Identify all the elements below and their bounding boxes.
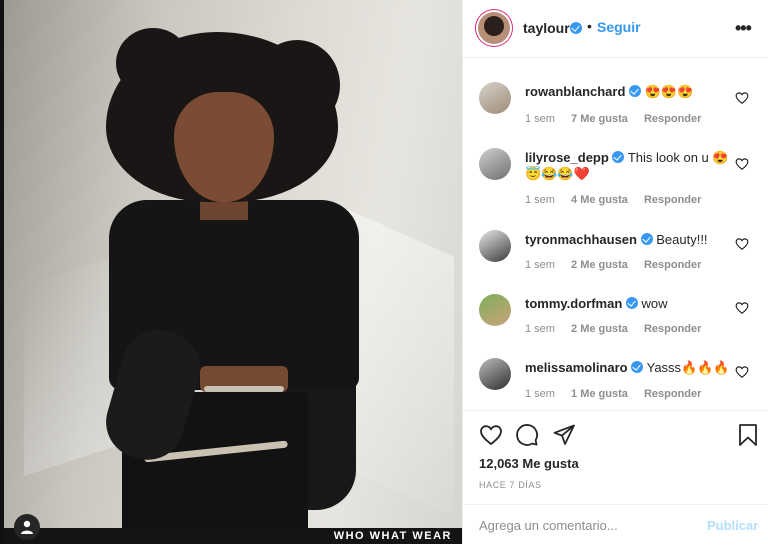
more-icon[interactable]: ••• bbox=[735, 18, 752, 39]
heart-icon[interactable] bbox=[735, 365, 749, 379]
reply-button[interactable]: Responder bbox=[644, 388, 701, 400]
comment-time[interactable]: 1 sem bbox=[525, 388, 555, 400]
post-time[interactable]: HACE 7 DÍAS bbox=[479, 480, 542, 490]
comment-input[interactable] bbox=[479, 515, 689, 535]
heart-icon[interactable] bbox=[479, 423, 503, 447]
verified-icon bbox=[612, 151, 625, 163]
comment-body: melissamolinaro Yasss🔥🔥🔥 bbox=[525, 360, 733, 376]
comment-username[interactable]: rowanblanchard bbox=[525, 84, 625, 99]
reply-button[interactable]: Responder bbox=[644, 323, 701, 335]
comment-meta: 1 sem 4 Me gusta Responder bbox=[525, 194, 714, 206]
comment-username[interactable]: melissamolinaro bbox=[525, 360, 628, 375]
commenter-avatar[interactable] bbox=[479, 82, 511, 114]
comment-meta: 1 sem 7 Me gusta Responder bbox=[525, 113, 714, 125]
comment-icon[interactable] bbox=[515, 423, 539, 447]
comment-likes[interactable]: 7 Me gusta bbox=[571, 113, 628, 125]
verified-icon bbox=[631, 361, 644, 373]
instagram-post-view: WHO WHAT WEAR taylour • Seguir ••• rowan… bbox=[0, 0, 768, 544]
comment-text: Yasss🔥🔥🔥 bbox=[646, 360, 730, 375]
post-header: taylour • Seguir ••• bbox=[463, 0, 768, 58]
photo-watermark: WHO WHAT WEAR bbox=[333, 530, 452, 542]
comment-meta: 1 sem 1 Me gusta Responder bbox=[525, 388, 714, 400]
reply-button[interactable]: Responder bbox=[644, 113, 701, 125]
commenter-avatar[interactable] bbox=[479, 230, 511, 262]
photo-figure-part bbox=[116, 28, 190, 98]
comment-username[interactable]: tyronmachhausen bbox=[525, 232, 637, 247]
follow-button[interactable]: Seguir bbox=[597, 19, 641, 35]
comment-meta: 1 sem 2 Me gusta Responder bbox=[525, 323, 714, 335]
separator-dot: • bbox=[587, 18, 592, 34]
comment-likes[interactable]: 1 Me gusta bbox=[571, 388, 628, 400]
reply-button[interactable]: Responder bbox=[644, 259, 701, 271]
verified-icon bbox=[625, 297, 638, 309]
verified-icon bbox=[629, 85, 642, 97]
post-sidebar: taylour • Seguir ••• rowanblanchard 😍😍😍 … bbox=[462, 0, 768, 544]
verified-icon bbox=[640, 233, 653, 245]
comment-body: tommy.dorfman wow bbox=[525, 296, 733, 312]
comment-text: wow bbox=[641, 296, 668, 311]
post-comment-button[interactable]: Publicar bbox=[707, 518, 758, 533]
comment-time[interactable]: 1 sem bbox=[525, 323, 555, 335]
comment-likes[interactable]: 2 Me gusta bbox=[571, 259, 628, 271]
comment-text: Beauty!!! bbox=[656, 232, 708, 247]
add-comment-bar: Publicar bbox=[463, 504, 768, 546]
comment-username[interactable]: lilyrose_depp bbox=[525, 150, 609, 165]
author-username[interactable]: taylour bbox=[523, 20, 570, 36]
comment-text: 😍😍😍 bbox=[644, 84, 694, 99]
post-actions: 12,063 Me gusta HACE 7 DÍAS Publicar bbox=[463, 410, 768, 545]
comment-likes[interactable]: 2 Me gusta bbox=[571, 323, 628, 335]
comments-list[interactable]: rowanblanchard 😍😍😍 1 sem 7 Me gusta Resp… bbox=[463, 58, 768, 410]
heart-icon[interactable] bbox=[735, 157, 749, 171]
user-icon bbox=[21, 520, 33, 534]
comment-body: lilyrose_depp This look on u 😍😇😂😂❤️ bbox=[525, 150, 733, 182]
comment-time[interactable]: 1 sem bbox=[525, 113, 555, 125]
post-photo[interactable]: WHO WHAT WEAR bbox=[4, 0, 462, 544]
commenter-avatar[interactable] bbox=[479, 294, 511, 326]
comment-time[interactable]: 1 sem bbox=[525, 194, 555, 206]
comment-body: rowanblanchard 😍😍😍 bbox=[525, 84, 733, 100]
comment-likes[interactable]: 4 Me gusta bbox=[571, 194, 628, 206]
comment-username[interactable]: tommy.dorfman bbox=[525, 296, 622, 311]
comment-meta: 1 sem 2 Me gusta Responder bbox=[525, 259, 714, 271]
commenter-avatar[interactable] bbox=[479, 358, 511, 390]
author-avatar[interactable] bbox=[478, 12, 510, 44]
commenter-avatar[interactable] bbox=[479, 148, 511, 180]
likes-count[interactable]: 12,063 Me gusta bbox=[479, 456, 579, 471]
comment-body: tyronmachhausen Beauty!!! bbox=[525, 232, 733, 248]
verified-icon bbox=[570, 22, 582, 34]
heart-icon[interactable] bbox=[735, 91, 749, 105]
heart-icon[interactable] bbox=[735, 237, 749, 251]
comment-time[interactable]: 1 sem bbox=[525, 259, 555, 271]
share-icon[interactable] bbox=[552, 423, 576, 447]
reply-button[interactable]: Responder bbox=[644, 194, 701, 206]
bookmark-icon[interactable] bbox=[737, 423, 759, 447]
tagged-user-button[interactable] bbox=[14, 514, 40, 540]
heart-icon[interactable] bbox=[735, 301, 749, 315]
